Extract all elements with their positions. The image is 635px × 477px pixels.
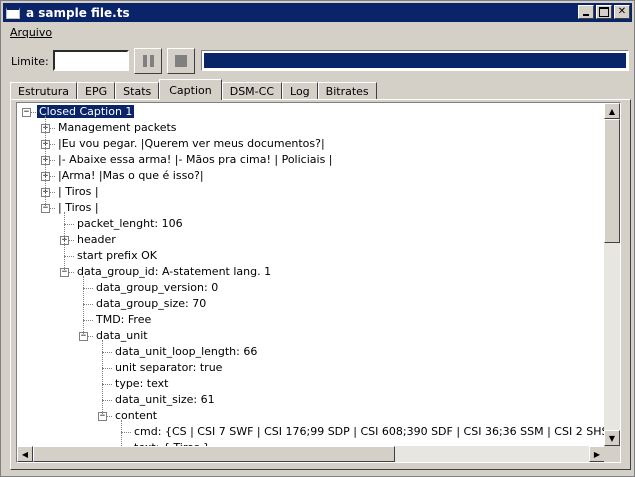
tree-connector [102,384,112,385]
tree-node[interactable]: data_group_size: 70 [94,296,208,312]
tree-node[interactable]: |Arma! |Mas o que é isso?| [56,168,206,184]
scroll-up-icon[interactable]: ▲ [604,103,620,119]
tree-node[interactable]: cmd: {CS | CSI 7 SWF | CSI 176;99 SDP | … [132,424,605,440]
menu-arquivo-label: Arquivo [10,25,53,39]
pause-icon [142,55,154,67]
tree-node-label: |Arma! |Mas o que é isso?| [58,169,204,182]
tab-bitrates[interactable]: Bitrates [317,82,377,100]
tree-node[interactable]: type: text [113,376,171,392]
scroll-corner [604,446,620,462]
tree-connector [64,224,74,225]
horizontal-scrollbar[interactable]: ◀ ▶ [17,446,605,462]
tab-log[interactable]: Log [282,82,318,100]
tree-node-label: | Tiros | [58,185,99,198]
tree-guide-line [45,116,46,208]
limit-label: Limite: [11,55,49,68]
tree-node[interactable]: packet_lenght: 106 [75,216,185,232]
tree-connector [102,352,112,353]
tree-node-label: type: text [115,377,169,390]
main-window: a sample file.ts ✕ Arquivo Limite: Estru… [0,0,635,477]
horizontal-scroll-thumb[interactable] [33,446,395,462]
tree-connector [64,256,74,257]
tree-node[interactable]: | Tiros | [56,184,101,200]
tree-node-label: data_group_size: 70 [96,297,207,310]
tree-node-label: content [115,409,158,422]
tab-estrutura[interactable]: Estrutura [10,82,78,100]
tree-connector [83,320,93,321]
tree-node[interactable]: |Eu vou pegar. |Querem ver meus document… [56,136,327,152]
tree-node[interactable]: data_group_id: A-statement lang. 1 [75,264,273,280]
tab-stats[interactable]: Stats [115,82,160,100]
title-bar[interactable]: a sample file.ts ✕ [3,3,632,22]
tree-node[interactable]: data_unit_loop_length: 66 [113,344,259,360]
tree-connector [102,368,112,369]
scroll-down-icon[interactable]: ▼ [604,430,620,446]
tab-dsm-cc[interactable]: DSM-CC [221,82,283,100]
close-icon[interactable]: ✕ [614,5,630,19]
tree-content: − Closed Caption 1 + Management packets + |Eu… [17,103,605,446]
progress-bar [201,50,629,71]
tree-node[interactable]: TMD: Free [94,312,153,328]
menu-arquivo[interactable]: Arquivo [3,26,59,39]
vertical-scrollbar[interactable]: ▲ ▼ [604,103,620,446]
tree-node-label: cmd: {CS | CSI 7 SWF | CSI 176;99 SDP | … [134,425,605,438]
tree-node[interactable]: Closed Caption 1 [37,104,135,120]
tree-node[interactable]: Management packets [56,120,179,136]
tree-node[interactable]: data_group_version: 0 [94,280,220,296]
tree-node[interactable]: content [113,408,159,424]
tree-node-label: packet_lenght: 106 [77,217,183,230]
menu-bar: Arquivo [3,23,59,41]
tree-node-label: Closed Caption 1 [37,105,135,118]
tree-node-label: data_group_id: A-statement lang. 1 [77,265,272,278]
progress-fill [204,53,626,68]
tree-guide-line [83,276,84,336]
tree-node-label: data_unit_loop_length: 66 [115,345,258,358]
tab-epg[interactable]: EPG [77,82,116,100]
tree-node-label: data_unit_size: 61 [115,393,215,406]
limit-input[interactable] [53,50,129,71]
tab-caption[interactable]: Caption [159,79,222,100]
collapse-icon[interactable]: − [22,108,31,117]
tree-connector [102,400,112,401]
stop-button[interactable] [167,48,195,74]
tree-node-label: | Tiros | [58,201,99,214]
tree-node[interactable]: unit separator: true [113,360,224,376]
app-icon [6,6,20,19]
tree-node[interactable]: data_unit_size: 61 [113,392,217,408]
tree-node-label: |Eu vou pegar. |Querem ver meus document… [58,137,325,150]
pause-button[interactable] [134,48,162,74]
tree-connector [121,432,131,433]
tree-node-label: data_group_version: 0 [96,281,219,294]
maximize-icon[interactable] [596,5,612,19]
tree-guide-line [102,340,103,416]
tree-node-label: unit separator: true [115,361,223,374]
caption-tree[interactable]: − Closed Caption 1 + Management packets + |Eu… [16,102,621,463]
tree-node[interactable]: | Tiros | [56,200,101,216]
scroll-right-icon[interactable]: ▶ [589,446,605,462]
tree-node-label: Management packets [58,121,177,134]
scroll-left-icon[interactable]: ◀ [17,446,33,462]
tree-node[interactable]: start prefix OK [75,248,159,264]
tree-guide-line [121,420,122,446]
tree-node-label: header [77,233,116,246]
tree-node-label: start prefix OK [77,249,157,262]
minimize-icon[interactable] [578,5,594,19]
vertical-scroll-thumb[interactable] [604,119,620,243]
tree-connector [83,304,93,305]
tree-node-label: |- Abaixe essa arma! |- Mãos pra cima! |… [58,153,333,166]
tree-node[interactable]: |- Abaixe essa arma! |- Mãos pra cima! |… [56,152,335,168]
tree-connector [83,288,93,289]
tree-node-label: TMD: Free [96,313,152,326]
tab-strip: Estrutura EPG Stats Caption DSM-CC Log Bitrate… [10,79,377,100]
stop-icon [175,55,187,67]
tree-node[interactable]: header [75,232,118,248]
tree-guide-line [64,212,65,272]
window-title: a sample file.ts [26,5,130,20]
window-controls: ✕ [576,5,630,19]
